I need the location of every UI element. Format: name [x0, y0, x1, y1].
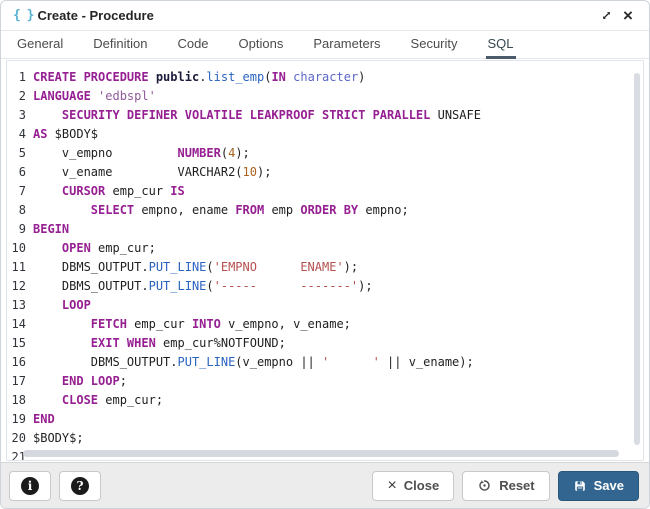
code-line: 19END: [7, 410, 643, 429]
close-button[interactable]: × Close: [372, 471, 454, 501]
tab-general[interactable]: General: [15, 31, 65, 59]
code-text: END: [33, 410, 55, 429]
info-button[interactable]: i: [9, 471, 51, 501]
reset-button-label: Reset: [499, 478, 534, 493]
line-number: 20: [7, 429, 33, 448]
line-number: 7: [7, 182, 33, 201]
help-icon: ?: [71, 477, 89, 495]
line-number: 15: [7, 334, 33, 353]
line-number: 8: [7, 201, 33, 220]
code-text: v_ename VARCHAR2(10);: [33, 163, 271, 182]
code-text: DBMS_OUTPUT.PUT_LINE(v_empno || ' ' || v…: [33, 353, 474, 372]
code-text: LANGUAGE 'edbspl': [33, 87, 156, 106]
horizontal-scrollbar[interactable]: [23, 450, 619, 457]
code-line: 16 DBMS_OUTPUT.PUT_LINE(v_empno || ' ' |…: [7, 353, 643, 372]
line-number: 12: [7, 277, 33, 296]
code-line: 5 v_empno NUMBER(4);: [7, 144, 643, 163]
code-line: 12 DBMS_OUTPUT.PUT_LINE('----- -------')…: [7, 277, 643, 296]
reset-icon: [477, 478, 492, 493]
save-button-label: Save: [594, 478, 624, 493]
line-number: 2: [7, 87, 33, 106]
vertical-scrollbar[interactable]: [634, 73, 640, 445]
code-text: END LOOP;: [33, 372, 127, 391]
code-lines: 1CREATE PROCEDURE public.list_emp(IN cha…: [7, 68, 643, 461]
code-line: 4AS $BODY$: [7, 125, 643, 144]
line-number: 1: [7, 68, 33, 87]
dialog-tabbar: General Definition Code Options Parameters Se…: [1, 31, 649, 59]
code-line: 10 OPEN emp_cur;: [7, 239, 643, 258]
info-icon: i: [21, 477, 39, 495]
dialog-footer: i ? × Close Reset Save: [1, 462, 649, 508]
expand-diagonal-icon: [600, 9, 613, 22]
line-number: 6: [7, 163, 33, 182]
line-number: 5: [7, 144, 33, 163]
close-x-icon: ×: [387, 478, 396, 494]
tab-options[interactable]: Options: [237, 31, 286, 59]
code-text: v_empno NUMBER(4);: [33, 144, 250, 163]
line-number: 3: [7, 106, 33, 125]
code-text: CREATE PROCEDURE public.list_emp(IN char…: [33, 68, 365, 87]
line-number: 16: [7, 353, 33, 372]
line-number: 17: [7, 372, 33, 391]
line-number: 19: [7, 410, 33, 429]
line-number: 11: [7, 258, 33, 277]
code-text: EXIT WHEN emp_cur%NOTFOUND;: [33, 334, 286, 353]
tab-sql[interactable]: SQL: [486, 31, 516, 59]
tab-code[interactable]: Code: [175, 31, 210, 59]
dialog-title: Create - Procedure: [37, 8, 153, 23]
code-line: 3 SECURITY DEFINER VOLATILE LEAKPROOF ST…: [7, 106, 643, 125]
line-number: 9: [7, 220, 33, 239]
help-button[interactable]: ?: [59, 471, 101, 501]
code-line: 18 CLOSE emp_cur;: [7, 391, 643, 410]
line-number: 4: [7, 125, 33, 144]
code-text: LOOP: [33, 296, 91, 315]
code-line: 9BEGIN: [7, 220, 643, 239]
code-text: OPEN emp_cur;: [33, 239, 156, 258]
code-text: BEGIN: [33, 220, 69, 239]
code-text: FETCH emp_cur INTO v_empno, v_ename;: [33, 315, 351, 334]
tab-definition[interactable]: Definition: [91, 31, 149, 59]
close-dialog-button[interactable]: ×: [617, 5, 639, 27]
tab-security[interactable]: Security: [409, 31, 460, 59]
close-icon: ×: [623, 7, 633, 24]
code-text: CURSOR emp_cur IS: [33, 182, 185, 201]
code-line: 7 CURSOR emp_cur IS: [7, 182, 643, 201]
code-line: 13 LOOP: [7, 296, 643, 315]
code-line: 20$BODY$;: [7, 429, 643, 448]
code-text: DBMS_OUTPUT.PUT_LINE('EMPNO ENAME');: [33, 258, 358, 277]
line-number: 13: [7, 296, 33, 315]
sql-code-editor[interactable]: 1CREATE PROCEDURE public.list_emp(IN cha…: [6, 60, 644, 461]
code-line: 17 END LOOP;: [7, 372, 643, 391]
code-line: 14 FETCH emp_cur INTO v_empno, v_ename;: [7, 315, 643, 334]
code-text: CLOSE emp_cur;: [33, 391, 163, 410]
save-button[interactable]: Save: [558, 471, 639, 501]
close-button-label: Close: [404, 478, 439, 493]
save-floppy-icon: [573, 479, 587, 493]
line-number: 18: [7, 391, 33, 410]
code-line: 2LANGUAGE 'edbspl': [7, 87, 643, 106]
code-text: SELECT empno, ename FROM emp ORDER BY em…: [33, 201, 409, 220]
create-procedure-dialog: { } Create - Procedure × General Definiti…: [0, 0, 650, 509]
maximize-button[interactable]: [595, 5, 617, 27]
code-text: SECURITY DEFINER VOLATILE LEAKPROOF STRI…: [33, 106, 481, 125]
code-line: 1CREATE PROCEDURE public.list_emp(IN cha…: [7, 68, 643, 87]
code-line: 15 EXIT WHEN emp_cur%NOTFOUND;: [7, 334, 643, 353]
line-number: 14: [7, 315, 33, 334]
code-text: AS $BODY$: [33, 125, 98, 144]
code-line: 11 DBMS_OUTPUT.PUT_LINE('EMPNO ENAME');: [7, 258, 643, 277]
code-line: 8 SELECT empno, ename FROM emp ORDER BY …: [7, 201, 643, 220]
tab-parameters[interactable]: Parameters: [311, 31, 382, 59]
procedure-braces-icon: { }: [13, 8, 33, 23]
code-text: $BODY$;: [33, 429, 84, 448]
reset-button[interactable]: Reset: [462, 471, 549, 501]
titlebar: { } Create - Procedure ×: [1, 1, 649, 31]
code-text: DBMS_OUTPUT.PUT_LINE('----- -------');: [33, 277, 373, 296]
code-line: 6 v_ename VARCHAR2(10);: [7, 163, 643, 182]
line-number: 10: [7, 239, 33, 258]
